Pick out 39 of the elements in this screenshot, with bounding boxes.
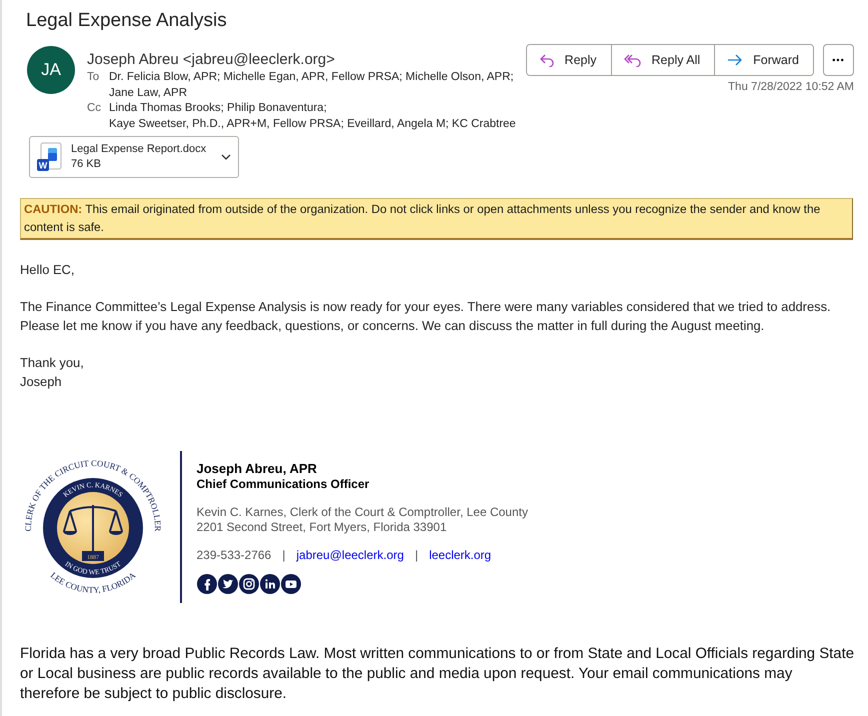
chevron-icon[interactable] xyxy=(221,154,231,160)
body-text: Hello EC, xyxy=(20,261,76,279)
email-link[interactable]: jabreu@leeclerk.org xyxy=(296,548,404,562)
address-text: 2201 Second Street, Fort Myers, Florida 33901 xyxy=(196,520,448,535)
body-text: The Finance Committee’s Legal Expense Analysis is now ready for your eyes. There were many variables considered that we tried to address. Please let me know if you have any feedback, questions, or concerns. We can discuss the matter in full during the August meeting. xyxy=(20,298,832,335)
email-date: Thu 7/28/2022 10:52 AM xyxy=(728,81,854,93)
recipient-label: Cc xyxy=(87,101,102,116)
arrow-icon xyxy=(727,54,744,66)
signature-name: Joseph Abreu, APR xyxy=(196,461,318,476)
attachment-size: 76 KB xyxy=(71,157,102,172)
sender-avatar: JA xyxy=(27,46,75,94)
caution-banner: CAUTION: This email originated from outside of the organization. Do not click links or open attachments unless you recognize the sender and know the content is safe. xyxy=(20,198,853,240)
separator: | xyxy=(282,548,286,562)
email-subject: Legal Expense Analysis xyxy=(26,9,228,33)
organization-name: Kevin C. Karnes, Clerk of the Court & Comptroller, Lee County xyxy=(196,505,528,520)
forward-button[interactable]: Forward xyxy=(714,45,813,75)
body-text: Thank you, xyxy=(20,354,85,372)
play-icon[interactable] xyxy=(280,574,300,594)
attachment-card[interactable]: W Legal Expense Report.docx 76 KB xyxy=(29,136,239,178)
disclaimer-text: Florida has a very broad Public Records Law. Most written communications to or from State and Local Officials regarding State or Local business are public records available to the public and media upon request. Your email communications may therefore be subject to public disclosure. xyxy=(20,645,854,704)
camera-icon[interactable] xyxy=(238,574,258,594)
attachment-name: Legal Expense Report.docx xyxy=(71,142,208,157)
recipient-label: To xyxy=(87,70,100,85)
more-button[interactable]: ••• xyxy=(823,44,854,76)
recipient-list: Kaye Sweetser, Ph.D., APR+M, Fellow PRSA; Eveillard, Angela M; KC Crabtree xyxy=(109,116,516,132)
body-text: Joseph xyxy=(20,373,63,391)
website-link[interactable]: leeclerk.org xyxy=(429,548,492,562)
reply-all-icon xyxy=(624,53,642,67)
facebook-icon[interactable] xyxy=(196,574,216,594)
recipient-list: Linda Thomas Brooks; Philip Bonaventura; xyxy=(109,101,516,116)
signature-title: Chief Communications Officer xyxy=(196,476,370,492)
bird-icon[interactable] xyxy=(218,574,238,594)
reply-icon xyxy=(538,53,555,67)
separator: | xyxy=(414,548,418,562)
phone-number: 239-533-2766 xyxy=(196,548,272,562)
recipient-list: Dr. Felicia Blow, APR; Michelle Egan, APR, Fellow PRSA; Michelle Olson, APR; xyxy=(109,70,514,86)
sender-name: Joseph Abreu <jabreu@leeclerk.org> xyxy=(87,50,336,70)
recipient-list: Jane Law, APR xyxy=(109,86,514,101)
linkedin-icon[interactable] xyxy=(260,574,280,594)
